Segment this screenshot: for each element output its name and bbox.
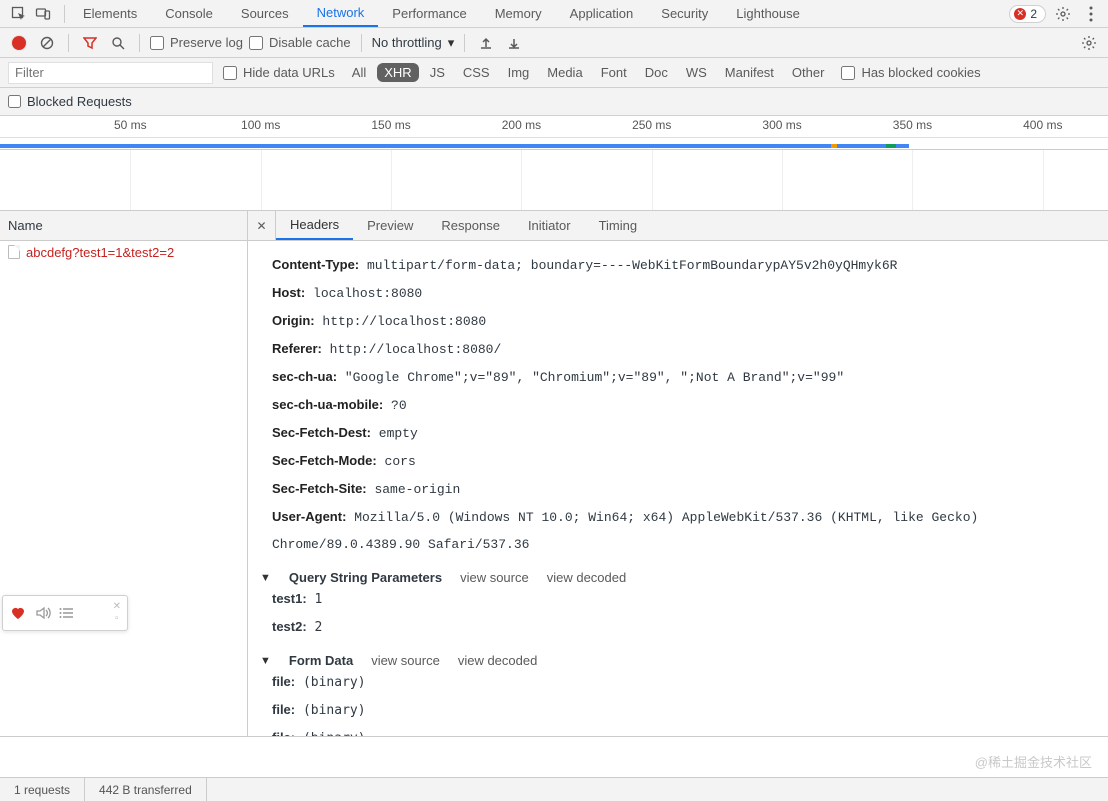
filter-input[interactable] [8,62,213,84]
timeline-tick: 300 ms [760,118,804,132]
network-toolbar: Preserve log Disable cache No throttling… [0,28,1108,58]
header-line: User-Agent: Mozilla/5.0 (Windows NT 10.0… [272,503,1108,558]
error-count: 2 [1030,7,1037,21]
status-requests: 1 requests [0,778,85,801]
request-row[interactable]: abcdefg?test1=1&test2=2 [0,241,247,263]
tab-network[interactable]: Network [303,0,379,27]
close-detail-icon[interactable]: ✕ [248,211,276,240]
section-header[interactable]: ▼Query String Parametersview sourceview … [260,570,1108,585]
panel-settings-gear-icon[interactable] [1078,32,1100,54]
kv-line: test2: 2 [272,613,1108,641]
preserve-log-checkbox[interactable]: Preserve log [150,35,243,50]
tab-security[interactable]: Security [647,0,722,27]
status-transferred: 442 B transferred [85,778,207,801]
settings-gear-icon[interactable] [1052,3,1074,25]
view-source-link[interactable]: view source [460,570,529,585]
floating-toolbar[interactable]: ✕▫ [2,595,128,631]
error-badge[interactable]: ✕ 2 [1009,5,1046,23]
status-bar: 1 requests 442 B transferred [0,777,1108,801]
disable-cache-checkbox[interactable]: Disable cache [249,35,351,50]
filter-bar: Hide data URLs AllXHR JSCSSImgMedia FontDo… [0,58,1108,88]
list-icon[interactable] [59,605,75,621]
filter-manifest[interactable]: Manifest [718,63,781,82]
chevron-down-icon: ▾ [448,35,455,51]
request-list-header[interactable]: Name [0,211,247,241]
devtools-tabbar: ElementsConsoleSourcesNetworkPerformance… [0,0,1108,28]
filter-ws[interactable]: WS [679,63,714,82]
filter-img[interactable]: Img [501,63,537,82]
view-decoded-link[interactable]: view decoded [547,570,627,585]
tab-elements[interactable]: Elements [69,0,151,27]
download-har-icon[interactable] [503,32,525,54]
inspect-element-icon[interactable] [8,3,30,25]
filter-xhr[interactable]: XHR [377,63,418,82]
filter-all[interactable]: All [345,63,373,82]
filter-doc[interactable]: Doc [638,63,675,82]
tab-lighthouse[interactable]: Lighthouse [722,0,814,27]
header-line: Content-Type: multipart/form-data; bound… [272,251,1108,279]
filter-media[interactable]: Media [540,63,589,82]
section-header[interactable]: ▼Form Dataview sourceview decoded [260,653,1108,668]
triangle-down-icon[interactable]: ▼ [260,655,271,667]
close-expand-icon[interactable]: ✕▫ [113,602,121,624]
timeline-tick: 50 ms [108,118,152,132]
filter-toggle-icon[interactable] [79,32,101,54]
tab-sources[interactable]: Sources [227,0,303,27]
upload-har-icon[interactable] [475,32,497,54]
clear-button-icon[interactable] [36,32,58,54]
detail-tab-preview[interactable]: Preview [353,211,427,240]
kv-line: file: (binary) [272,724,1108,736]
tab-memory[interactable]: Memory [481,0,556,27]
header-line: sec-ch-ua-mobile: ?0 [272,391,1108,419]
timeline-overview[interactable]: 50 ms 100 ms 150 ms 200 ms 250 ms 300 ms 350 m… [0,116,1108,211]
tab-performance[interactable]: Performance [378,0,480,27]
timeline-tick: 100 ms [239,118,283,132]
heart-icon[interactable] [9,604,27,622]
triangle-down-icon[interactable]: ▼ [260,572,271,584]
tab-console[interactable]: Console [151,0,227,27]
more-menu-icon[interactable] [1080,3,1102,25]
timeline-tick: 350 ms [890,118,934,132]
sound-icon[interactable] [35,605,51,621]
request-url: abcdefg?test1=1&test2=2 [26,245,174,260]
filter-css[interactable]: CSS [456,63,497,82]
document-icon [8,245,20,259]
device-toggle-icon[interactable] [32,3,54,25]
kv-line: test1: 1 [272,585,1108,613]
detail-tab-response[interactable]: Response [427,211,514,240]
kv-line: file: (binary) [272,696,1108,724]
has-blocked-cookies-checkbox[interactable]: Has blocked cookies [841,65,980,80]
header-line: Sec-Fetch-Site: same-origin [272,475,1108,503]
timeline-tick: 250 ms [630,118,674,132]
detail-tab-timing[interactable]: Timing [585,211,652,240]
header-line: sec-ch-ua: "Google Chrome";v="89", "Chro… [272,363,1108,391]
filter-font[interactable]: Font [594,63,634,82]
header-line: Sec-Fetch-Mode: cors [272,447,1108,475]
throttling-dropdown[interactable]: No throttling ▾ [372,35,455,51]
timeline-tick: 200 ms [499,118,543,132]
request-detail: ✕ HeadersPreviewResponseInitiatorTiming … [247,211,1108,736]
error-x-icon: ✕ [1014,8,1026,20]
header-line: Referer: http://localhost:8080/ [272,335,1108,363]
header-line: Host: localhost:8080 [272,279,1108,307]
tab-application[interactable]: Application [556,0,648,27]
record-button[interactable] [8,32,30,54]
request-list: Name abcdefg?test1=1&test2=2 [0,211,248,736]
filter-js[interactable]: JS [423,63,452,82]
view-decoded-link[interactable]: view decoded [458,653,538,668]
detail-tab-headers[interactable]: Headers [276,211,353,240]
detail-tab-initiator[interactable]: Initiator [514,211,585,240]
search-icon[interactable] [107,32,129,54]
timeline-tick: 400 ms [1021,118,1065,132]
hide-data-urls-checkbox[interactable]: Hide data URLs [223,65,335,80]
header-line: Sec-Fetch-Dest: empty [272,419,1108,447]
watermark: @稀土掘金技术社区 [975,752,1092,771]
header-line: Origin: http://localhost:8080 [272,307,1108,335]
blocked-requests-checkbox[interactable]: Blocked Requests [0,88,1108,116]
filter-other[interactable]: Other [785,63,832,82]
kv-line: file: (binary) [272,668,1108,696]
view-source-link[interactable]: view source [371,653,440,668]
timeline-tick: 150 ms [369,118,413,132]
